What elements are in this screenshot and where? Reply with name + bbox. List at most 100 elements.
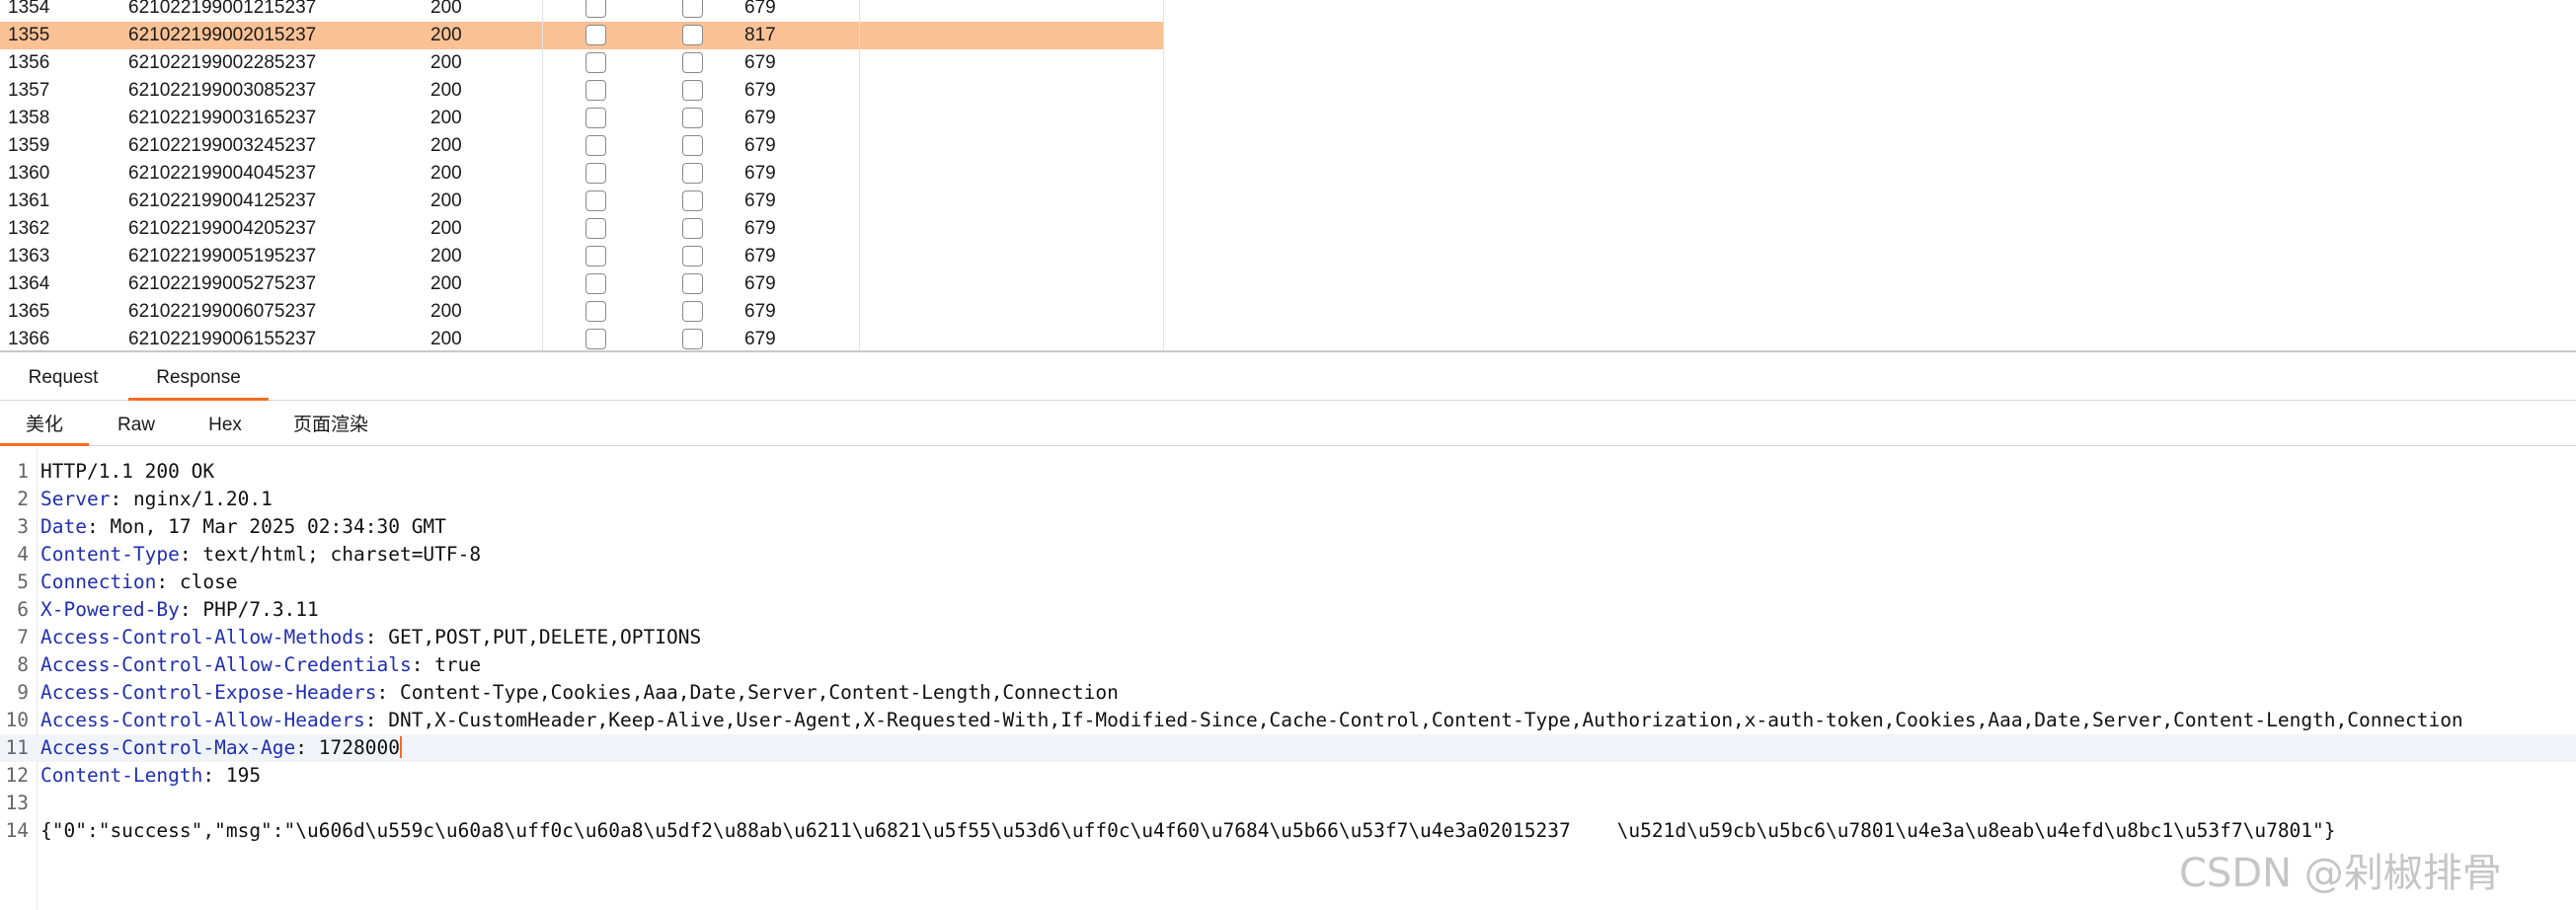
cell-payload: 621022199006075237	[128, 301, 317, 322]
tab-hex[interactable]: Hex	[188, 405, 263, 446]
error-checkbox[interactable]	[585, 135, 606, 156]
table-row[interactable]: 1365 621022199006075237 200 679	[0, 298, 1163, 326]
header-value: DNT,X-CustomHeader,Keep-Alive,User-Agent…	[388, 709, 2463, 731]
table-row[interactable]: 1354 621022199001215237 200 679	[0, 0, 1163, 22]
table-row[interactable]: 1359 621022199003245237 200 679	[0, 132, 1163, 160]
tab-response[interactable]: Response	[128, 355, 269, 401]
header-name: Access-Control-Allow-Headers	[40, 709, 365, 731]
editor-line: 10 Access-Control-Allow-Headers: DNT,X-Cu…	[0, 707, 2576, 734]
cell-length: 679	[744, 0, 776, 18]
timeout-checkbox[interactable]	[682, 273, 703, 294]
editor-line: 12 Content-Length: 195	[0, 762, 2576, 790]
line-number: 6	[17, 598, 29, 621]
cell-request-number: 1357	[8, 80, 50, 101]
editor-line: 13	[0, 790, 2576, 817]
tab-request[interactable]: Request	[0, 355, 126, 401]
cell-request-number: 1364	[8, 273, 50, 294]
error-checkbox[interactable]	[585, 273, 606, 294]
error-checkbox[interactable]	[585, 52, 606, 73]
error-checkbox[interactable]	[585, 329, 606, 349]
editor-line: 8 Access-Control-Allow-Credentials: true	[0, 651, 2576, 679]
error-checkbox[interactable]	[585, 0, 606, 18]
timeout-checkbox[interactable]	[682, 163, 703, 184]
error-checkbox[interactable]	[585, 108, 606, 128]
cell-payload: 621022199001215237	[128, 0, 317, 18]
column-divider	[1163, 0, 1164, 350]
table-row[interactable]: 1357 621022199003085237 200 679	[0, 77, 1163, 105]
line-number: 1	[17, 460, 29, 483]
editor-line: 9 Access-Control-Expose-Headers: Content-…	[0, 679, 2576, 707]
editor-line: 3 Date: Mon, 17 Mar 2025 02:34:30 GMT	[0, 513, 2576, 541]
cell-request-number: 1360	[8, 163, 50, 184]
timeout-checkbox[interactable]	[682, 25, 703, 45]
cell-status-code: 200	[430, 301, 462, 322]
code-text: {"0":"success","msg":"\u606d\u559c\u60a8…	[40, 817, 2336, 845]
header-value: GET,POST,PUT,DELETE,OPTIONS	[388, 626, 702, 648]
error-checkbox[interactable]	[585, 163, 606, 184]
header-value: 195	[225, 764, 262, 787]
table-row[interactable]: 1363 621022199005195237 200 679	[0, 243, 1163, 270]
timeout-checkbox[interactable]	[682, 108, 703, 128]
tab-pretty[interactable]: 美化	[0, 405, 89, 446]
error-checkbox[interactable]	[585, 190, 606, 211]
line-number: 8	[17, 653, 29, 676]
timeout-checkbox[interactable]	[682, 80, 703, 101]
line-number: 14	[5, 819, 29, 842]
code-text: HTTP/1.1 200 OK	[40, 458, 214, 486]
table-row[interactable]: 1361 621022199004125237 200 679	[0, 188, 1163, 215]
cell-request-number: 1355	[8, 25, 50, 45]
table-row[interactable]: 1355 621022199002015237 200 817	[0, 22, 1163, 49]
cell-request-number: 1354	[8, 0, 50, 18]
header-value: PHP/7.3.11	[202, 598, 319, 621]
timeout-checkbox[interactable]	[682, 301, 703, 322]
cell-request-number: 1365	[8, 301, 50, 322]
cell-payload: 621022199004045237	[128, 163, 317, 184]
code-text: Content-Length: 195	[40, 764, 262, 787]
timeout-checkbox[interactable]	[682, 329, 703, 349]
timeout-checkbox[interactable]	[682, 135, 703, 156]
line-number: 13	[5, 792, 29, 814]
tab-render[interactable]: 页面渲染	[281, 405, 380, 446]
cell-request-number: 1356	[8, 52, 50, 73]
timeout-checkbox[interactable]	[682, 52, 703, 73]
cell-payload: 621022199002015237	[128, 25, 317, 45]
cell-status-code: 200	[430, 273, 462, 294]
cell-status-code: 200	[430, 52, 462, 73]
cell-payload: 621022199003085237	[128, 80, 317, 101]
tab-raw[interactable]: Raw	[99, 405, 174, 446]
column-divider	[859, 0, 860, 350]
header-name: Access-Control-Max-Age	[40, 736, 296, 759]
table-row[interactable]: 1366 621022199006155237 200 679	[0, 326, 1163, 350]
cell-length: 679	[744, 218, 776, 239]
header-name: Access-Control-Expose-Headers	[40, 681, 377, 704]
timeout-checkbox[interactable]	[682, 246, 703, 266]
header-value: Content-Type,Cookies,Aaa,Date,Server,Con…	[399, 681, 1119, 704]
table-row[interactable]: 1358 621022199003165237 200 679	[0, 105, 1163, 132]
timeout-checkbox[interactable]	[682, 218, 703, 239]
error-checkbox[interactable]	[585, 218, 606, 239]
cell-payload: 621022199003165237	[128, 108, 317, 128]
error-checkbox[interactable]	[585, 80, 606, 101]
column-divider	[542, 0, 543, 350]
cell-length: 679	[744, 273, 776, 294]
timeout-checkbox[interactable]	[682, 0, 703, 18]
cell-length: 679	[744, 135, 776, 156]
cell-request-number: 1358	[8, 108, 50, 128]
error-checkbox[interactable]	[585, 301, 606, 322]
error-checkbox[interactable]	[585, 246, 606, 266]
table-row[interactable]: 1356 621022199002285237 200 679	[0, 49, 1163, 77]
editor-line: 5 Connection: close	[0, 569, 2576, 596]
cell-length: 679	[744, 190, 776, 211]
table-row[interactable]: 1364 621022199005275237 200 679	[0, 270, 1163, 298]
timeout-checkbox[interactable]	[682, 190, 703, 211]
error-checkbox[interactable]	[585, 25, 606, 45]
code-text: Access-Control-Allow-Credentials: true	[40, 653, 482, 676]
cell-status-code: 200	[430, 0, 462, 18]
table-row[interactable]: 1360 621022199004045237 200 679	[0, 160, 1163, 188]
table-splitter[interactable]	[0, 350, 2576, 352]
line-number: 4	[17, 543, 29, 566]
message-tabs: Request Response	[0, 355, 2576, 401]
cell-payload: 621022199003245237	[128, 135, 317, 156]
table-row[interactable]: 1362 621022199004205237 200 679	[0, 215, 1163, 243]
cell-status-code: 200	[430, 163, 462, 184]
